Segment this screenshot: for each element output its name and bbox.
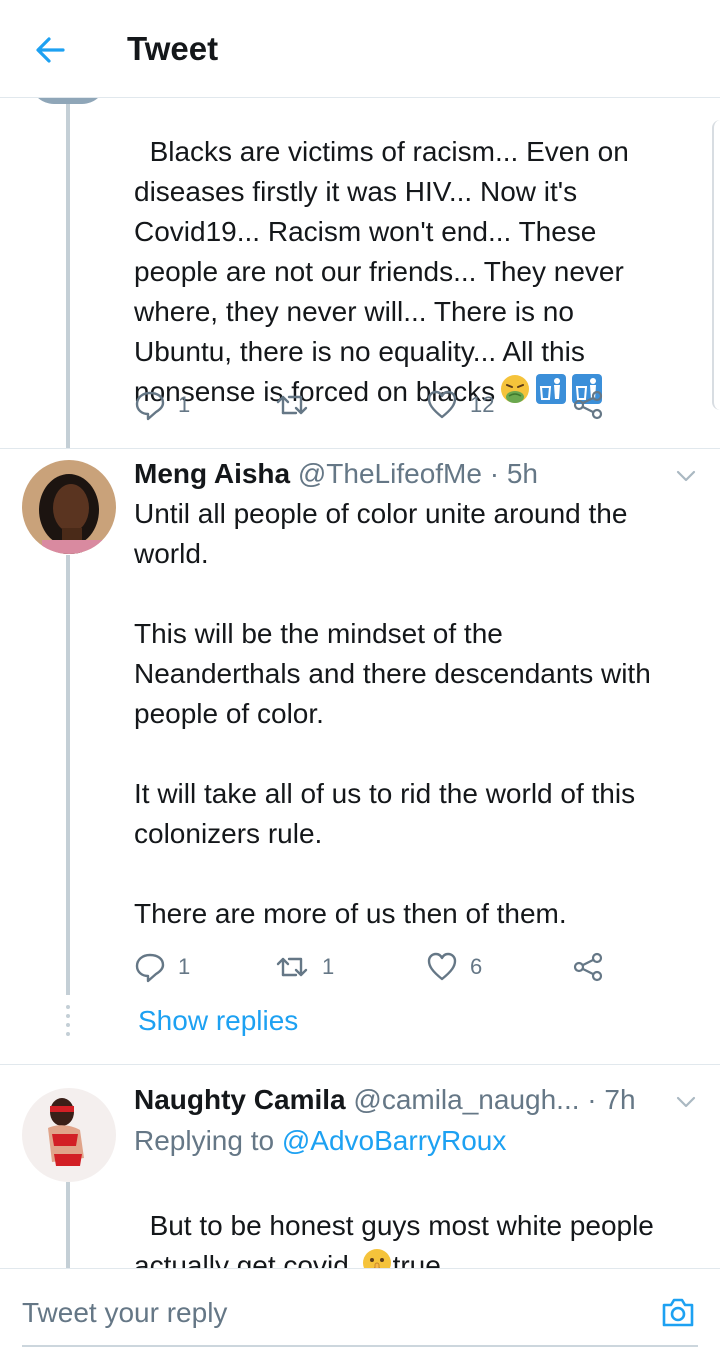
show-replies-link[interactable]: Show replies [138,1005,298,1037]
tweet-header: Naughty Camila @camila_naugh... · 7h [134,1080,636,1120]
divider [0,1064,720,1065]
reply-icon [135,391,165,421]
input-underline [22,1345,698,1347]
profile-photo-icon [22,1088,116,1182]
tweet-text: Until all people of color unite around t… [134,498,651,929]
tweet-actions: 1 1 6 [134,947,614,987]
mention-link[interactable]: @AdvoBarryRoux [282,1125,507,1156]
heart-icon [427,390,457,419]
reply-button[interactable]: 1 [134,947,190,987]
thread-line [66,555,70,995]
retweet-icon [276,395,308,415]
like-count: 12 [470,392,495,417]
reply-count: 1 [178,954,191,979]
display-name[interactable]: Naughty Camila [134,1084,346,1115]
like-button[interactable]: 6 [426,947,482,987]
like-count: 6 [470,954,483,979]
share-button[interactable] [572,385,604,425]
avatar[interactable] [22,460,116,554]
share-icon [573,390,603,420]
reply-input[interactable]: Tweet your reply [22,1297,227,1329]
back-arrow-icon[interactable] [30,30,70,70]
thread-line [66,98,70,448]
camera-icon[interactable] [660,1294,696,1330]
heart-icon [427,952,457,981]
retweet-count: 1 [322,954,335,979]
reply-button[interactable]: 1 [134,385,190,425]
timestamp: · 7h [587,1084,636,1115]
reply-composer: Tweet your reply [0,1268,720,1355]
user-handle[interactable]: @TheLifeofMe [298,458,482,489]
share-icon [573,952,603,982]
scroll-edge [712,120,720,410]
retweet-button[interactable] [274,385,322,425]
reply-count: 1 [178,392,191,417]
tweet-text: Blacks are victims of racism... Even on … [134,136,629,407]
thread-line [66,1182,70,1268]
replying-to-label: Replying to [134,1125,282,1156]
like-button[interactable]: 12 [426,385,494,425]
timestamp: · 5h [489,458,538,489]
avatar[interactable] [22,1088,116,1182]
display-name[interactable]: Meng Aisha [134,458,290,489]
page-title: Tweet [127,30,219,67]
user-handle[interactable]: @camila_naugh... [353,1084,579,1115]
retweet-button[interactable]: 1 [274,947,334,987]
divider [0,448,720,449]
tweet-actions: 1 12 [134,385,614,425]
share-button[interactable] [572,947,604,987]
tweet-header: Meng Aisha @TheLifeofMe · 5h [134,454,538,494]
thread-ellipsis [66,1005,70,1036]
top-bar: Tweet [0,0,720,98]
replying-to: Replying to @AdvoBarryRoux [134,1121,506,1161]
profile-photo-icon [22,460,116,554]
chevron-down-icon[interactable] [674,464,698,488]
reply-icon [135,953,165,983]
retweet-icon [276,957,308,977]
chevron-down-icon[interactable] [674,1090,698,1114]
